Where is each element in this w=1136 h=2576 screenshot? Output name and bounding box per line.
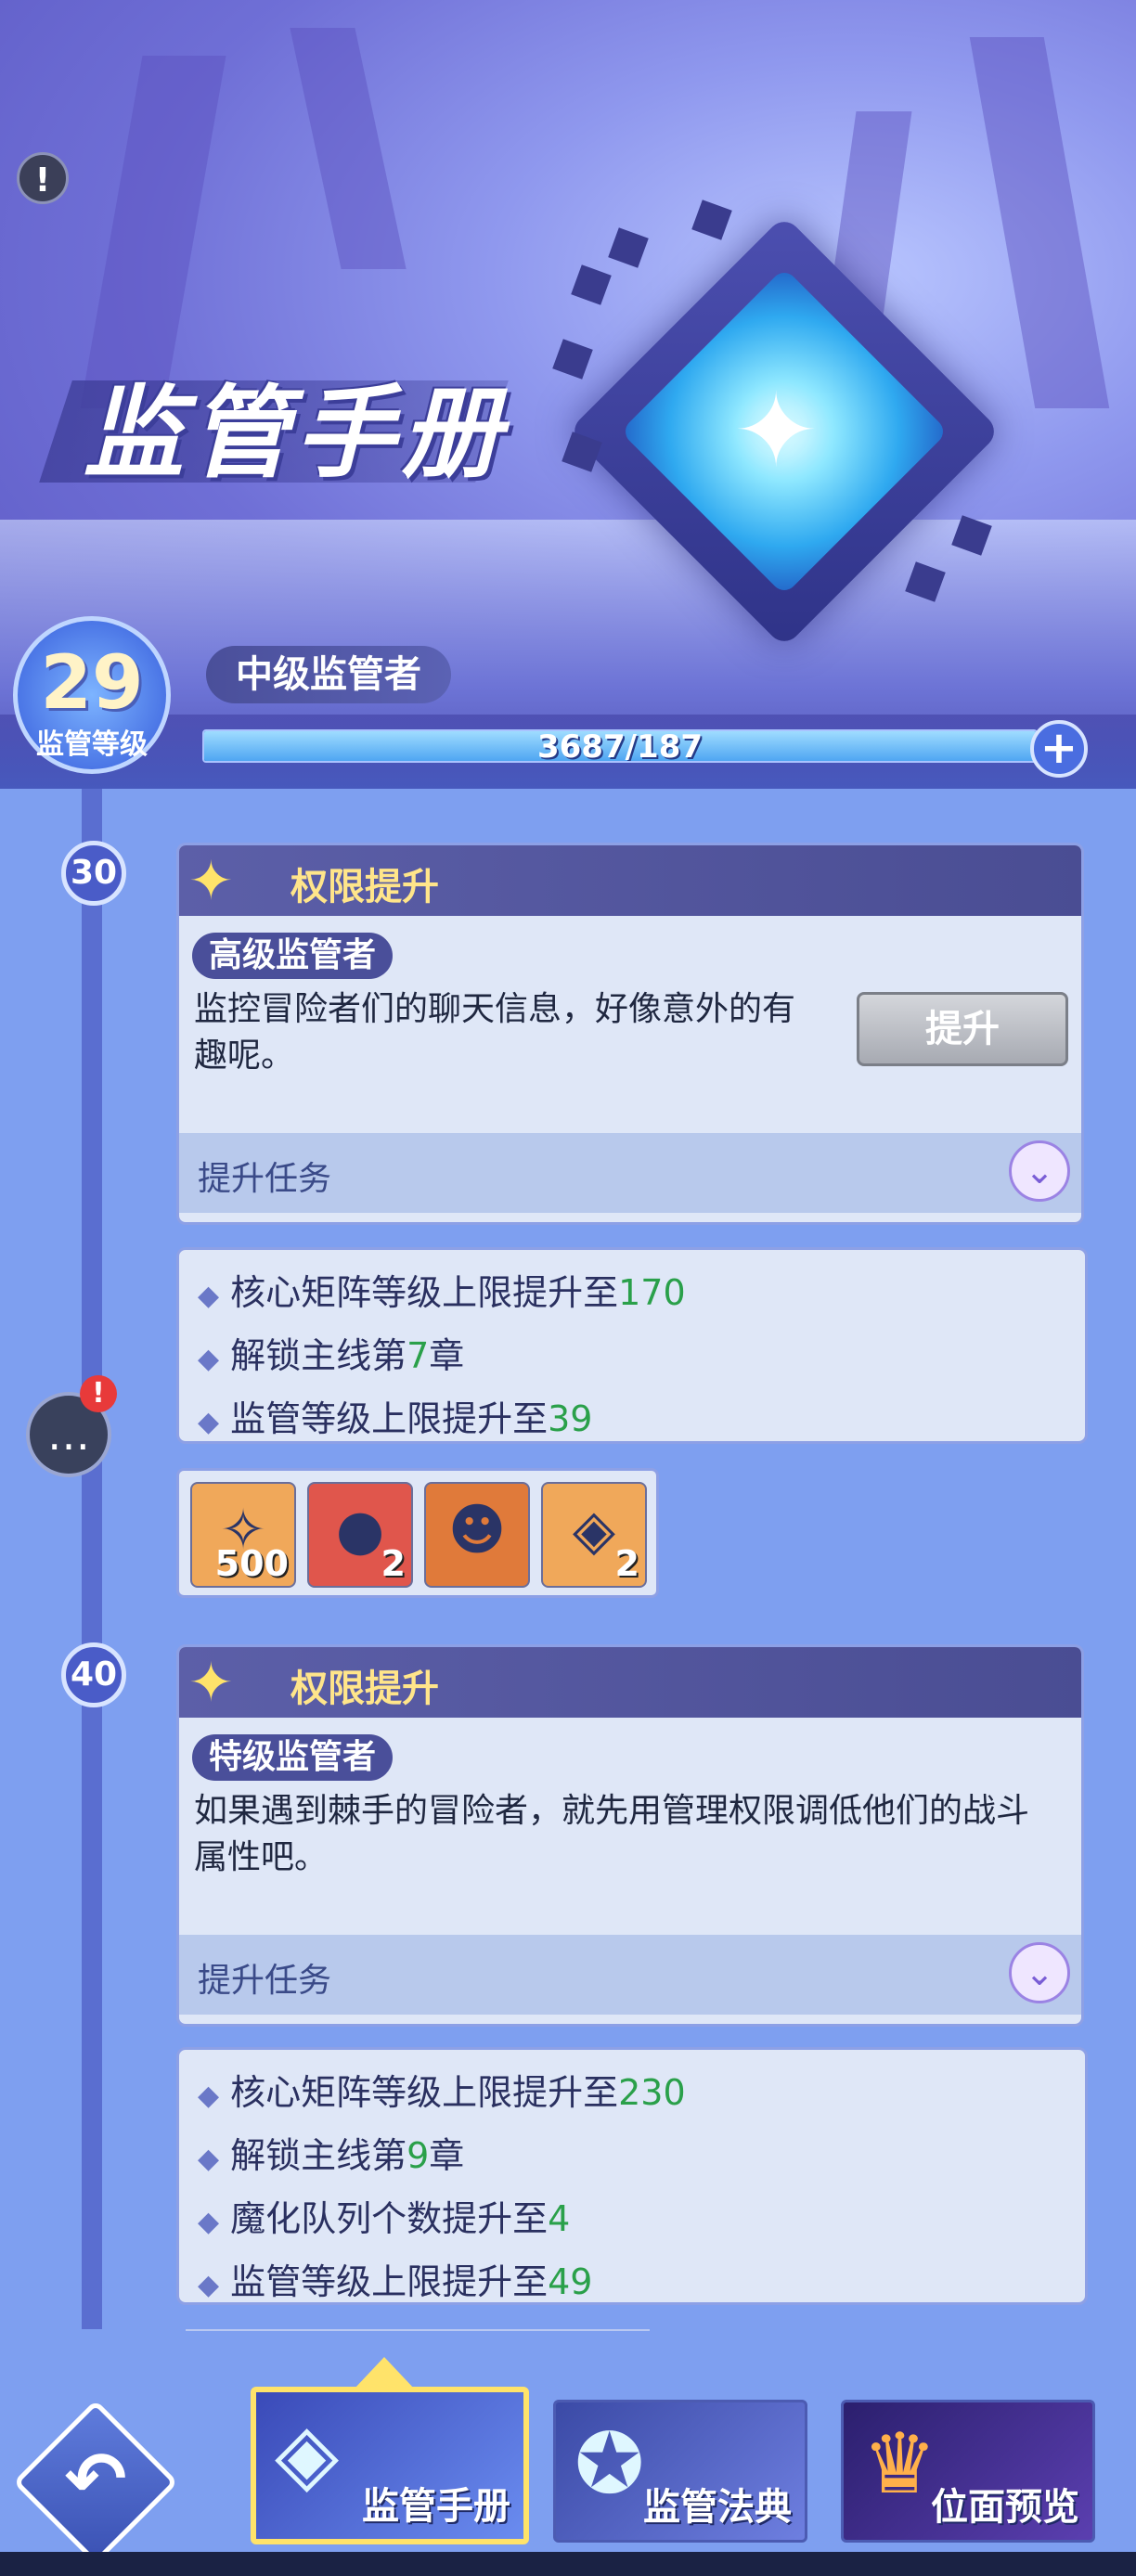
tier-card: ✦ 权限提升 特级监管者 如果遇到棘手的冒险者，就先用管理权限调低他们的战斗属性… [176, 1644, 1084, 2027]
tier-rank-badge: 特级监管者 [192, 1734, 394, 1781]
reward-item[interactable]: ☻ [424, 1482, 530, 1588]
current-rank: 中级监管者 [206, 646, 451, 703]
list-item: ◆ 核心矩阵等级上限提升至170 [198, 1272, 686, 1313]
reward-quantity: 2 [614, 1543, 639, 1584]
reward-item[interactable]: ● 2 [307, 1482, 413, 1588]
tier-header-title: 权限提升 [290, 1668, 439, 1710]
crown-icon: ♛ [862, 2415, 937, 2513]
diamond-bullet-icon: ◆ [198, 2206, 220, 2238]
tab-label: 监管手册 [362, 2485, 510, 2528]
list-item: ◆ 解锁主线第7章 [198, 1335, 465, 1376]
list-item: ◆ 监管等级上限提升至49 [198, 2261, 593, 2302]
book-icon: ✪ [574, 2415, 645, 2513]
diamond-bullet-icon: ◆ [198, 1406, 220, 1438]
tier-description: 如果遇到棘手的冒险者，就先用管理权限调低他们的战斗属性吧。 [194, 1792, 1030, 1876]
xp-progress-bar: 3687/187 [202, 729, 1038, 763]
diamond-bullet-icon: ◆ [198, 1343, 220, 1375]
reward-item[interactable]: ◈ 2 [541, 1482, 647, 1588]
tier-rewards-list: ◆ 核心矩阵等级上限提升至170 ◆ 解锁主线第7章 ◆ 监管等级上限提升至39 [176, 1247, 1088, 1444]
sparkle-icon: ✦ [188, 1651, 234, 1714]
tab-codex[interactable]: ✪ 监管法典 [553, 2400, 807, 2543]
tier-card-body: 特级监管者 如果遇到棘手的冒险者，就先用管理权限调低他们的战斗属性吧。 提升任务… [179, 1718, 1081, 2015]
task-row[interactable]: 提升任务 ⌄ [179, 1935, 1081, 2015]
task-row[interactable]: 提升任务 ⌄ [179, 1133, 1081, 1213]
list-item: ◆ 解锁主线第9章 [198, 2135, 465, 2176]
diamond-bullet-icon: ◆ [198, 2080, 220, 2112]
active-tab-indicator-icon [353, 2357, 416, 2390]
tab-label: 监管法典 [643, 2486, 792, 2529]
tier-card-header: ✦ 权限提升 [179, 845, 1081, 916]
tier-card-body: 高级监管者 监控冒险者们的聊天信息，好像意外的有趣呢。 提升 提升任务 ⌄ [179, 916, 1081, 1213]
list-item: ◆ 监管等级上限提升至39 [198, 1398, 593, 1439]
system-nav-bar [0, 2552, 1136, 2576]
reward-item[interactable]: ✧ 500 [190, 1482, 296, 1588]
hero-banner: ✦ 监管手册 [0, 0, 1136, 789]
add-xp-button[interactable]: + [1030, 720, 1088, 778]
info-icon[interactable]: ! [17, 152, 69, 204]
chevron-down-icon[interactable]: ⌄ [1009, 1140, 1070, 1202]
debris-block [951, 515, 992, 556]
task-label: 提升任务 [198, 1962, 332, 2000]
alert-badge-icon: ! [80, 1375, 117, 1412]
item-rewards: ✧ 500 ● 2 ☻ ◈ 2 [176, 1468, 659, 1598]
tier-rank-badge: 高级监管者 [192, 933, 394, 979]
tier-card: ✦ 权限提升 高级监管者 监控冒险者们的聊天信息，好像意外的有趣呢。 提升 提升… [176, 843, 1084, 1225]
timeline-rail [82, 789, 102, 2329]
task-label: 提升任务 [198, 1160, 332, 1198]
sparkle-icon: ✦ [188, 849, 234, 912]
level-badge: 29 监管等级 [13, 616, 171, 774]
upgrade-button[interactable]: 提升 [857, 992, 1068, 1066]
debris-block [691, 200, 732, 240]
tier-description: 监控冒险者们的聊天信息，好像意外的有趣呢。 [194, 990, 796, 1075]
level-label: 监管等级 [36, 728, 148, 761]
tab-label: 位面预览 [931, 2486, 1079, 2529]
debris-block [905, 561, 946, 602]
star-icon: ✦ [733, 371, 820, 490]
diamond-bullet-icon: ◆ [198, 2143, 220, 2175]
level-node: 40 [61, 1642, 126, 1707]
level-node: 30 [61, 841, 126, 906]
list-item: ◆ 核心矩阵等级上限提升至230 [198, 2072, 686, 2113]
page-title: 监管手册 [84, 376, 508, 492]
tier-rewards-list: ◆ 核心矩阵等级上限提升至230 ◆ 解锁主线第9章 ◆ 魔化队列个数提升至4 ◆ 监管… [176, 2047, 1088, 2305]
tab-handbook[interactable]: ◈ 监管手册 [251, 2387, 529, 2544]
reward-quantity: 2 [381, 1543, 406, 1584]
chevron-down-icon[interactable]: ⌄ [1009, 1942, 1070, 2003]
diamond-bullet-icon: ◆ [198, 1280, 220, 1312]
debris-block [608, 227, 649, 268]
hero-portrait-icon: ☻ [447, 1498, 507, 1563]
list-item: ◆ 魔化队列个数提升至4 [198, 2198, 571, 2239]
cube-icon: ◈ [275, 2405, 340, 2503]
debris-block [571, 264, 612, 305]
cube-artwork: ✦ [552, 200, 1002, 659]
reward-quantity: 500 [214, 1543, 289, 1584]
level-number: 29 [40, 639, 144, 726]
xp-progress-text: 3687/187 [536, 729, 704, 763]
divider [186, 2329, 650, 2331]
back-arrow-icon[interactable]: ↶ [37, 2424, 154, 2541]
debris-block [552, 339, 593, 380]
tab-plane-preview[interactable]: ♛ 位面预览 [841, 2400, 1095, 2543]
tier-header-title: 权限提升 [290, 866, 439, 908]
background-shard [290, 28, 407, 269]
diamond-bullet-icon: ◆ [198, 2269, 220, 2301]
tier-card-header: ✦ 权限提升 [179, 1647, 1081, 1718]
